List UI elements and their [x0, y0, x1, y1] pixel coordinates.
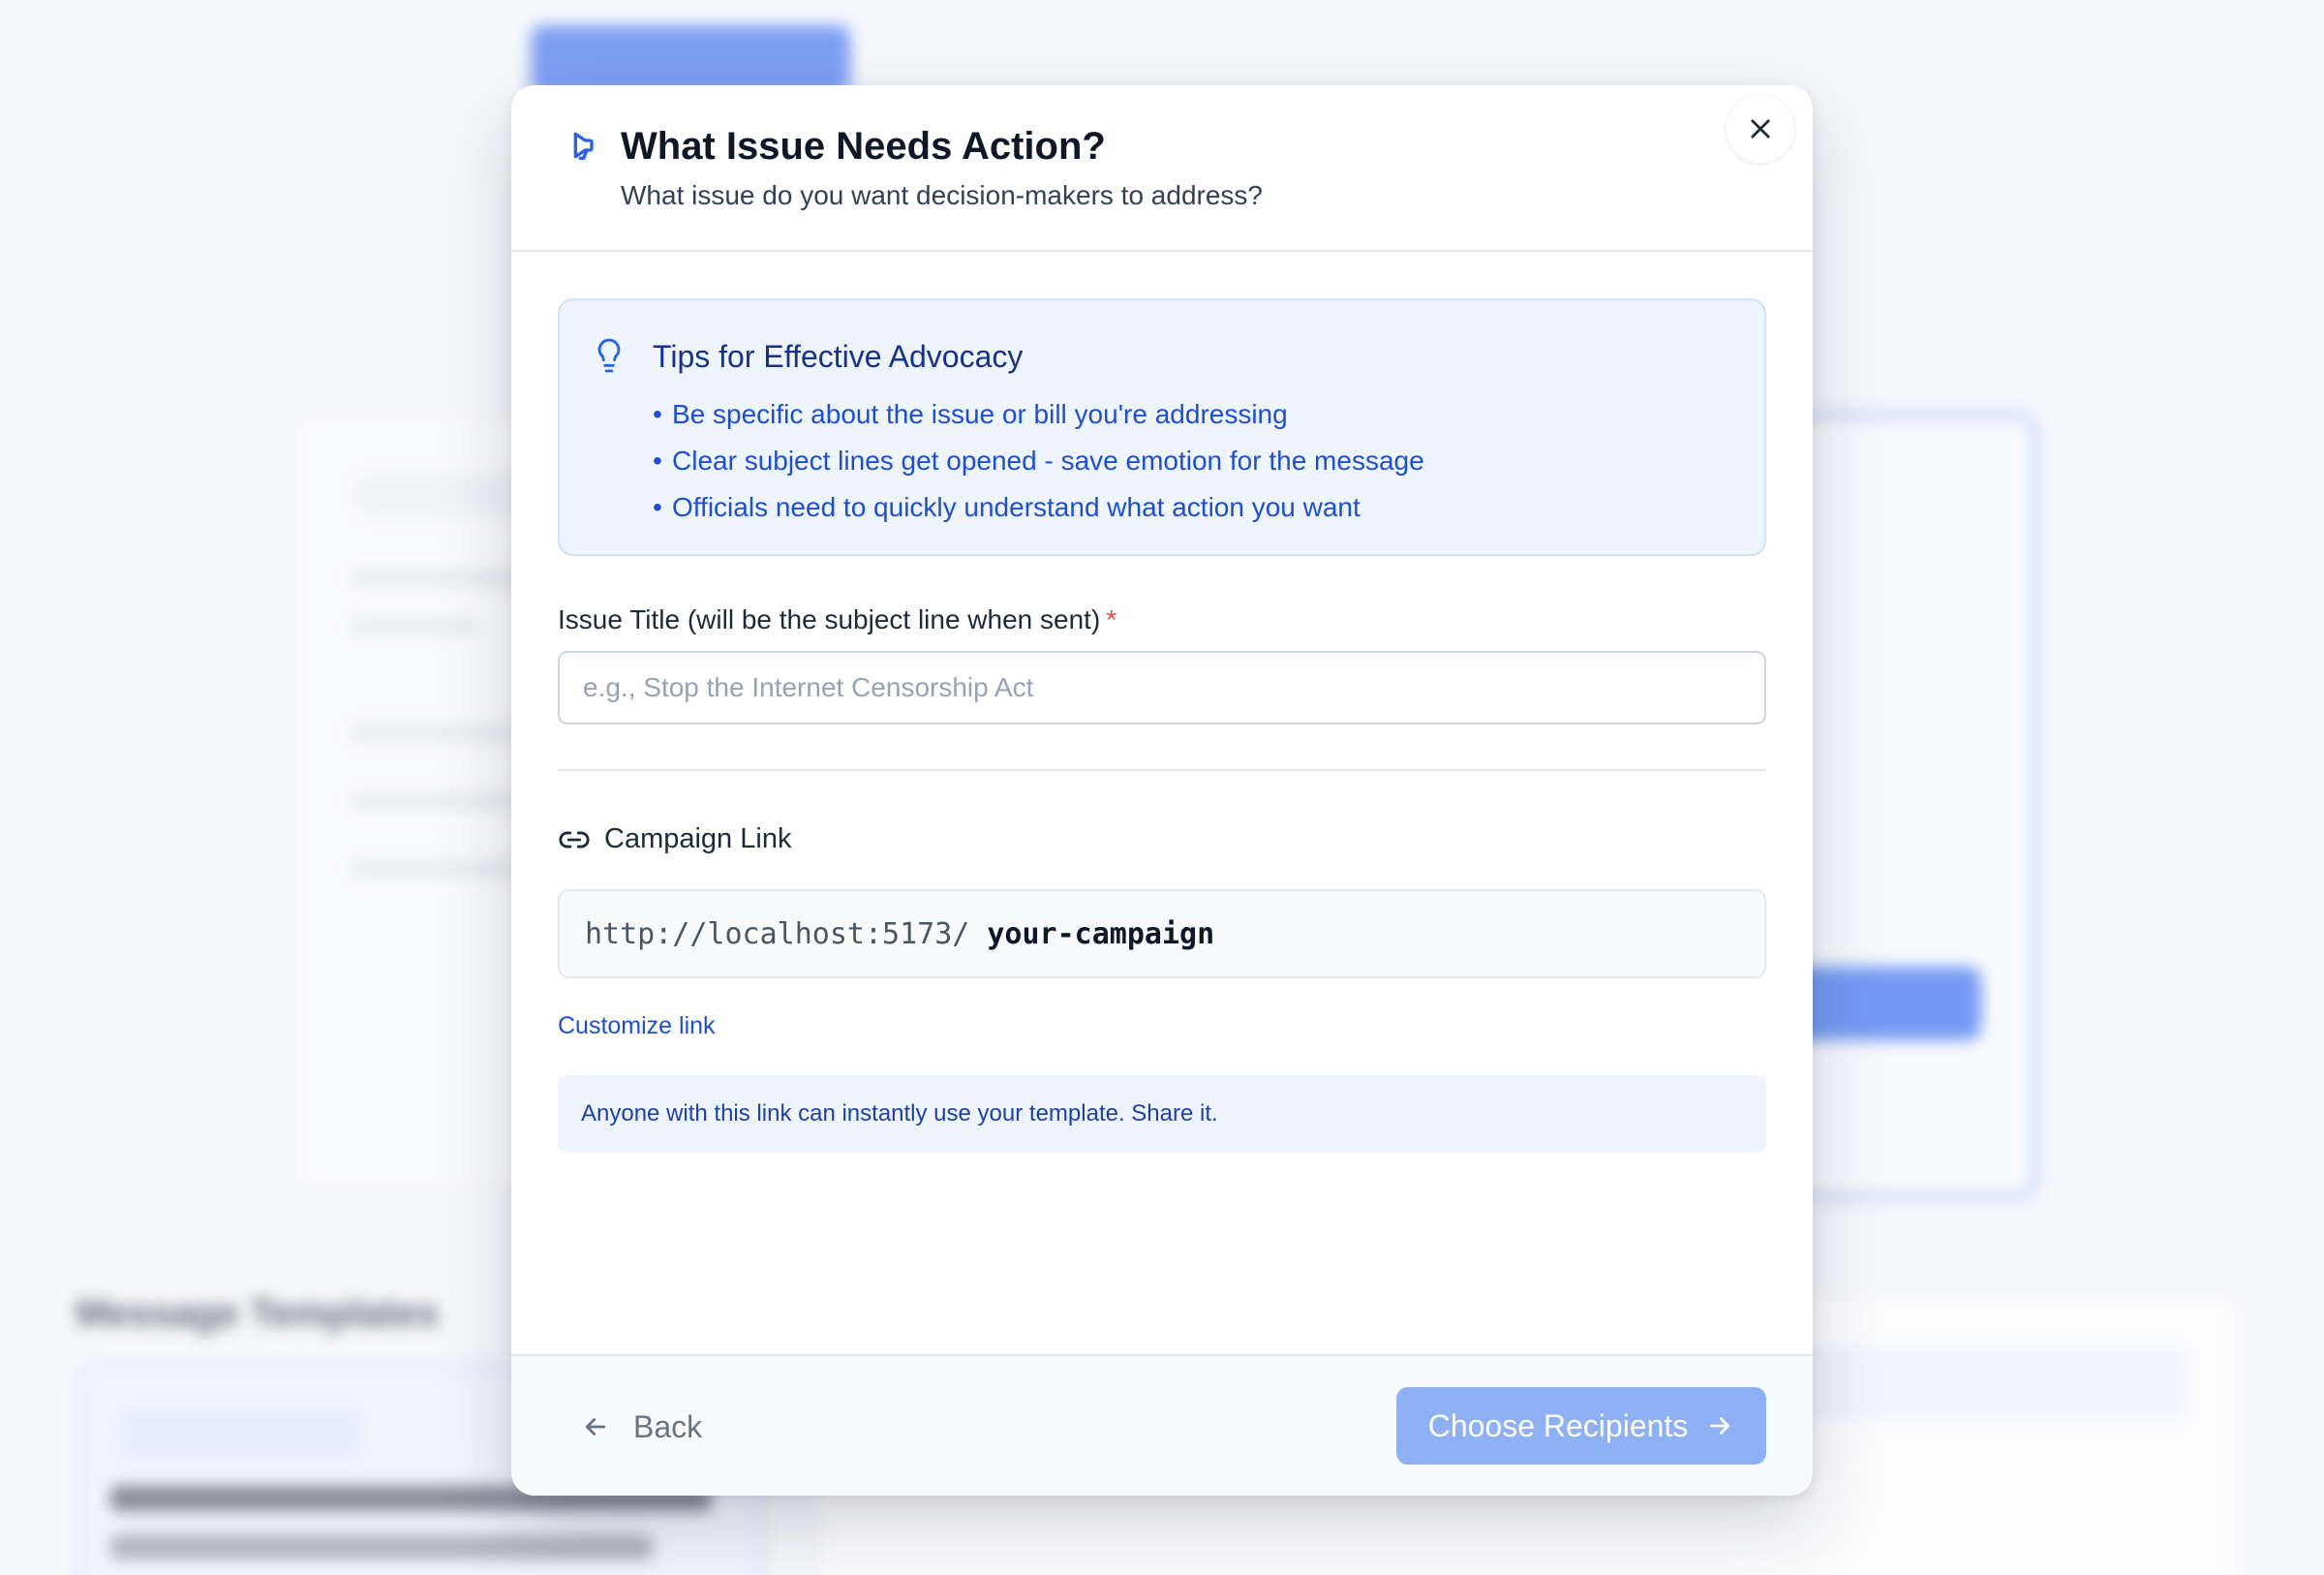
back-button-label: Back — [633, 1408, 703, 1444]
arrow-left-icon — [585, 1418, 606, 1436]
modal-title: What Issue Needs Action? — [621, 125, 1106, 168]
issue-modal: What Issue Needs Action? What issue do y… — [511, 85, 1813, 1496]
divider — [558, 769, 1766, 771]
back-button[interactable]: Back — [581, 1393, 702, 1461]
campaign-url-base: http://localhost:5173/ — [585, 916, 970, 951]
tip-item: • Be specific about the issue or bill you… — [653, 399, 1288, 429]
tip-item: • Officials need to quickly understand wh… — [653, 492, 1361, 522]
customize-link[interactable]: Customize link — [558, 1009, 716, 1042]
campaign-url-slug: your-campaign — [987, 916, 1215, 951]
arrow-right-icon — [1710, 1417, 1730, 1435]
tips-list: • Be specific about the issue or bill you… — [653, 391, 1424, 531]
modal-subtitle: What issue do you want decision-makers t… — [621, 180, 1263, 210]
megaphone-icon — [573, 132, 594, 160]
tips-title: Tips for Effective Advocacy — [653, 339, 1024, 374]
modal-footer: Back Choose Recipients — [511, 1354, 1813, 1496]
lightbulb-icon — [597, 338, 621, 373]
issue-title-label: Issue Title (will be the subject line wh… — [558, 604, 1117, 634]
share-info-note: Anyone with this link can instantly use … — [558, 1075, 1766, 1153]
tip-item: • Clear subject lines get opened - save e… — [653, 446, 1424, 476]
link-icon — [559, 831, 590, 849]
campaign-link-label: Campaign Link — [604, 823, 792, 854]
tips-box: Tips for Effective Advocacy • Be specific… — [558, 298, 1766, 556]
close-button[interactable] — [1727, 95, 1794, 163]
close-icon — [1751, 119, 1770, 139]
choose-recipients-label: Choose Recipients — [1427, 1407, 1689, 1443]
issue-title-input[interactable] — [558, 651, 1766, 725]
required-marker: * — [1106, 604, 1117, 634]
modal-header: What Issue Needs Action? What issue do y… — [511, 85, 1813, 252]
campaign-url-box: http://localhost:5173/ your-campaign — [558, 889, 1766, 978]
choose-recipients-button[interactable]: Choose Recipients — [1396, 1387, 1766, 1465]
